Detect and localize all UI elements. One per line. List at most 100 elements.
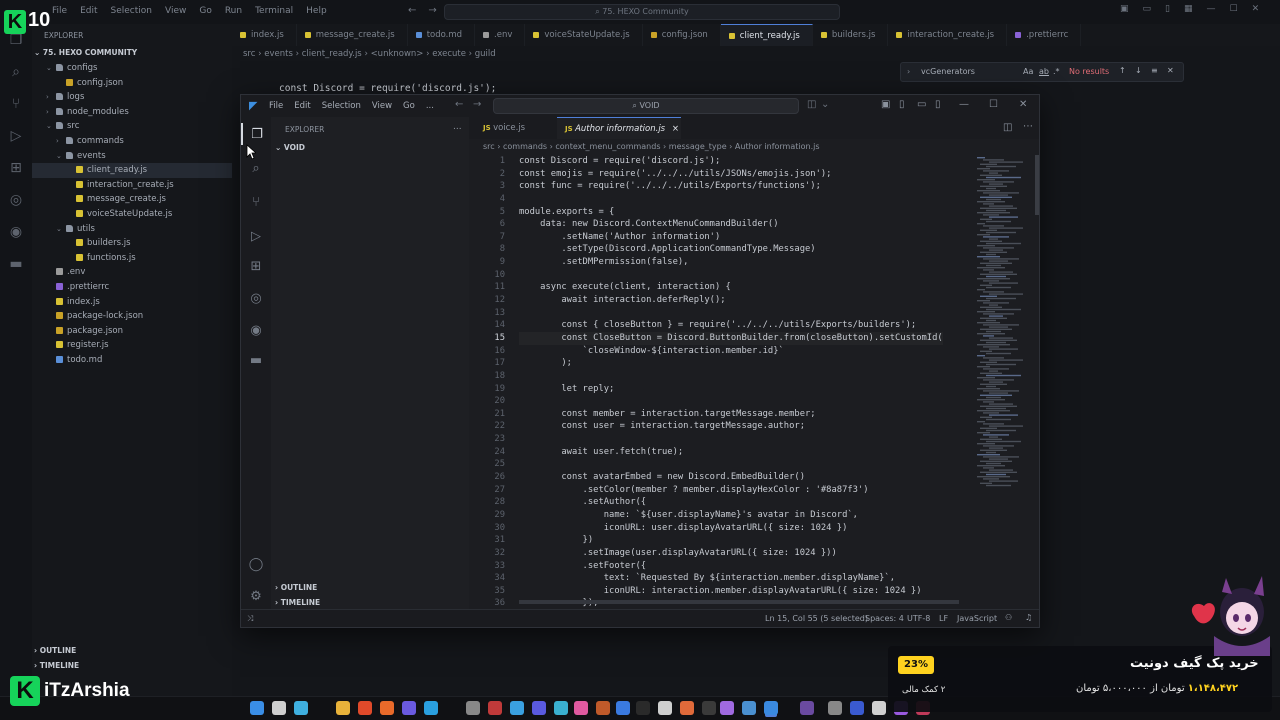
chrome-icon[interactable]	[358, 701, 372, 715]
tree-item[interactable]: .prettierrc	[32, 280, 232, 295]
tree-item[interactable]: index.js	[32, 295, 232, 310]
match-case-toggle[interactable]: Aa	[1023, 67, 1033, 76]
layout-icon[interactable]: ▣	[881, 99, 890, 110]
back-tab[interactable]: .env	[475, 24, 526, 46]
menu-run[interactable]: Run	[225, 6, 242, 16]
tree-item[interactable]: interaction_create.js	[32, 178, 232, 193]
menu-edit[interactable]: Edit	[80, 6, 97, 16]
app-icon[interactable]	[466, 701, 480, 715]
menu-view[interactable]: View	[372, 101, 392, 111]
match-word-toggle[interactable]: ab	[1039, 67, 1049, 76]
minimap[interactable]	[977, 155, 1037, 595]
telegram-icon[interactable]	[424, 701, 438, 715]
back-tab[interactable]: config.json	[643, 24, 721, 46]
back-tab[interactable]: builders.js	[813, 24, 889, 46]
breadcrumb-item[interactable]: message_type	[669, 142, 727, 151]
layout-icon[interactable]: ▣	[1120, 4, 1129, 14]
find-options-icon[interactable]: ≡	[1151, 66, 1158, 75]
start-icon[interactable]	[250, 701, 264, 715]
testing-icon[interactable]: ◉	[241, 319, 271, 341]
app-icon[interactable]	[800, 701, 814, 715]
back-tab[interactable]: client_ready.js	[720, 24, 813, 46]
breadcrumb-item[interactable]: src	[243, 49, 255, 59]
app-icon[interactable]	[510, 701, 524, 715]
env-icon[interactable]: ▬	[0, 248, 32, 280]
regex-toggle[interactable]: .*	[1053, 67, 1060, 76]
app-icon[interactable]	[636, 701, 650, 715]
extensions-icon[interactable]: ⊞	[0, 152, 32, 184]
notifications-bell-icon[interactable]: ♫	[1025, 613, 1032, 622]
extensions-icon[interactable]: ⊞	[241, 255, 271, 277]
arrow-down-icon[interactable]: ↓	[1135, 66, 1142, 75]
tree-item[interactable]: ⌄ events	[32, 149, 232, 164]
back-timeline-section[interactable]: › TIMELINE	[34, 661, 79, 670]
breadcrumb-item[interactable]: commands	[503, 142, 547, 151]
back-tab[interactable]: todo.md	[408, 24, 476, 46]
breadcrumb-item[interactable]: <unknown>	[371, 49, 424, 59]
close-icon[interactable]: ✕	[1167, 66, 1174, 75]
editor-scrollbar[interactable]	[1035, 155, 1039, 215]
minimize-icon[interactable]: —	[959, 99, 969, 110]
back-tab[interactable]: .prettierrc	[1007, 24, 1082, 46]
tree-item[interactable]: package.json	[32, 324, 232, 339]
tree-item[interactable]: register.js	[32, 338, 232, 353]
app-icon[interactable]	[616, 701, 630, 715]
app-icon[interactable]	[742, 701, 756, 715]
feedback-icon[interactable]: ⚇	[1005, 613, 1012, 622]
close-icon[interactable]: ✕	[1252, 4, 1260, 14]
breadcrumb-item[interactable]: Author information.js	[735, 142, 820, 151]
back-project-root[interactable]: ⌄ 75. HEXO COMMUNITY	[34, 48, 137, 57]
tree-item[interactable]: functions.js	[32, 251, 232, 266]
tree-item[interactable]: › logs	[32, 90, 232, 105]
front-outline-section[interactable]: › OUTLINE	[275, 583, 317, 592]
maximize-icon[interactable]: ☐	[989, 99, 998, 110]
files-icon[interactable]: ❐	[241, 123, 271, 145]
encoding[interactable]: UTF-8	[907, 614, 930, 623]
tree-item[interactable]: message_create.js	[32, 192, 232, 207]
account-icon[interactable]: ◯	[241, 553, 271, 575]
search-icon[interactable]: ⌕	[0, 56, 32, 88]
app-icon[interactable]	[532, 701, 546, 715]
find-input[interactable]: vcGenerators	[921, 67, 975, 76]
back-tab[interactable]: message_create.js	[297, 24, 408, 46]
chevron-down-icon[interactable]: ⌄	[821, 99, 829, 110]
front-command-center[interactable]: ⌕ VOID	[493, 98, 799, 114]
chevron-right-icon[interactable]: ›	[907, 67, 910, 76]
breadcrumb-item[interactable]: events	[264, 49, 293, 59]
menu-go[interactable]: Go	[403, 101, 415, 111]
remote-icon[interactable]: ◎	[241, 287, 271, 309]
search-icon[interactable]: ⌕	[241, 157, 271, 179]
tab-voice-js[interactable]: JS voice.js	[475, 117, 533, 139]
menu-file[interactable]: File	[52, 6, 67, 16]
tree-item[interactable]: .env	[32, 265, 232, 280]
split-editor-icon[interactable]: ◫	[1003, 122, 1012, 133]
cursor-position[interactable]: Ln 15, Col 55 (5 selected)	[765, 614, 868, 623]
menu-edit[interactable]: Edit	[294, 101, 310, 111]
line-endings[interactable]: LF	[939, 614, 948, 623]
back-outline-section[interactable]: › OUTLINE	[34, 646, 76, 655]
app-icon[interactable]	[872, 701, 886, 715]
toggle-panel-icon[interactable]: ▭	[917, 99, 926, 110]
app-icon[interactable]	[828, 701, 842, 715]
toggle-sidebar-icon[interactable]: ▯	[899, 99, 905, 110]
back-tab[interactable]: interaction_create.js	[888, 24, 1008, 46]
menu-terminal[interactable]: Terminal	[255, 6, 293, 16]
maximize-icon[interactable]: ☐	[1230, 4, 1238, 14]
remote-indicator-icon[interactable]: ⤨	[247, 614, 253, 624]
source-control-icon[interactable]: ⑂	[0, 88, 32, 120]
back-arrow-icon[interactable]: ←	[455, 99, 463, 110]
gear-icon[interactable]: ⚙	[241, 585, 271, 607]
back-tab[interactable]: index.js	[232, 24, 297, 46]
forward-arrow-icon[interactable]: →	[473, 99, 481, 110]
breadcrumb-item[interactable]: guild	[475, 49, 496, 59]
tree-item[interactable]: client_ready.js	[32, 163, 232, 178]
menu-more[interactable]: ...	[426, 101, 434, 111]
firefox-icon[interactable]	[380, 701, 394, 715]
app-icon[interactable]	[554, 701, 568, 715]
app-icon[interactable]	[720, 701, 734, 715]
menu-go[interactable]: Go	[199, 6, 211, 16]
language-mode[interactable]: JavaScript	[957, 614, 997, 623]
front-timeline-section[interactable]: › TIMELINE	[275, 598, 320, 607]
copilot-icon[interactable]: ◫	[807, 99, 816, 110]
app-icon[interactable]	[596, 701, 610, 715]
